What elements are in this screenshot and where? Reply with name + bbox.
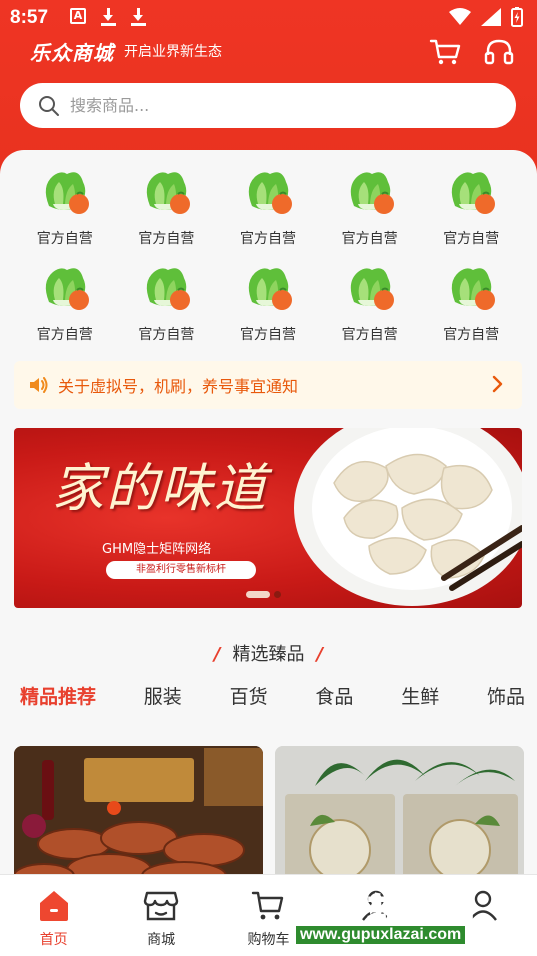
app-logo: 乐众商城 <box>30 40 114 65</box>
app-notification-icon: A <box>70 8 86 24</box>
app-slogan: 开启业界新生态 <box>124 44 222 60</box>
tea-product-image <box>275 746 524 886</box>
category-item[interactable]: 官方自营 <box>116 260 218 348</box>
category-label: 官方自营 <box>341 327 398 343</box>
cabbage-icon <box>45 172 89 214</box>
system-icons <box>449 7 523 27</box>
download-icon <box>100 8 116 26</box>
category-item[interactable]: 官方自营 <box>420 260 522 348</box>
cabbage-icon <box>45 268 89 310</box>
category-label: 官方自营 <box>239 327 296 343</box>
cabbage-icon <box>147 172 191 214</box>
brand: 乐众商城 开启业界新生态 <box>30 36 222 66</box>
cart-icon[interactable] <box>429 38 461 66</box>
section-header: / 精选臻品 / <box>0 640 537 666</box>
category-label: 官方自营 <box>36 327 93 343</box>
header-actions <box>429 38 515 66</box>
nav-label: 首页 <box>39 932 68 948</box>
category-label: 官方自营 <box>239 231 296 247</box>
notice-bar[interactable]: 关于虚拟号，机刷，养号事宜通知 <box>14 361 522 409</box>
cabbage-icon <box>350 172 394 214</box>
nav-item-1[interactable]: 商城 <box>107 875 214 956</box>
category-label: 官方自营 <box>443 327 500 343</box>
category-item[interactable]: 官方自营 <box>319 260 421 348</box>
status-time: 8:57 <box>10 7 49 28</box>
tab-0[interactable]: 精品推荐 <box>20 682 96 709</box>
carousel-dot[interactable] <box>274 591 281 598</box>
customer-service-icon[interactable] <box>483 38 515 66</box>
category-grid: 官方自营 官方自营 官方自营 官方自营 官方自营 官方自营 官方自营 官方自营 官方自营 官方自营 <box>14 164 522 348</box>
decorative-slash: / <box>316 644 324 665</box>
cabbage-icon <box>451 172 496 214</box>
tab-3[interactable]: 食品 <box>315 682 353 709</box>
app-screen: 8:57 A 乐众商城 开启业界新生态 搜索商品... 官方自营 官方自营 官方… <box>0 0 537 956</box>
cabbage-icon <box>350 268 394 310</box>
category-item[interactable]: 官方自营 <box>217 164 319 252</box>
watermark-url: www.gupuxlazai.com <box>296 926 466 944</box>
category-item[interactable]: 官方自营 <box>319 164 421 252</box>
nav-item-0[interactable]: 首页 <box>0 875 107 956</box>
category-label: 官方自营 <box>36 231 93 247</box>
category-label: 官方自营 <box>138 231 195 247</box>
category-label: 官方自营 <box>138 327 195 343</box>
sausage-product-image <box>14 746 263 886</box>
cart-icon <box>252 891 284 920</box>
wifi-icon <box>449 8 471 25</box>
banner-title: 家的味道 <box>52 459 269 519</box>
nav-label: 商城 <box>147 932 176 948</box>
category-label: 官方自营 <box>443 231 500 247</box>
status-bar: 8:57 A <box>0 0 537 36</box>
download-icon <box>130 8 146 26</box>
cabbage-icon <box>147 268 191 310</box>
tab-2[interactable]: 百货 <box>230 682 268 709</box>
search-bar[interactable] <box>20 83 516 128</box>
chevron-right-icon <box>492 375 503 393</box>
home-icon <box>39 891 68 921</box>
speaker-icon <box>30 377 48 393</box>
product-card[interactable] <box>275 746 524 886</box>
banner-pill: 非盈利行零售新标杆 <box>106 561 256 579</box>
notification-icons: A <box>70 8 146 26</box>
search-input[interactable] <box>70 96 470 115</box>
promo-banner[interactable]: 家的味道 GHM隐士矩阵网络 非盈利行零售新标杆 <box>14 428 522 608</box>
category-label: 官方自营 <box>341 231 398 247</box>
battery-icon <box>511 7 523 27</box>
notice-text: 关于虚拟号，机刷，养号事宜通知 <box>58 377 299 396</box>
tab-4[interactable]: 生鲜 <box>401 682 439 709</box>
banner-subtitle: GHM隐士矩阵网络 <box>102 542 212 557</box>
category-item[interactable]: 官方自营 <box>14 260 116 348</box>
main-content: 官方自营 官方自营 官方自营 官方自营 官方自营 官方自营 官方自营 官方自营 官方自营 官方自营… <box>0 150 537 886</box>
product-tabs: 精品推荐 服装 百货 食品 生鲜 饰品 <box>20 682 525 709</box>
cabbage-icon <box>248 172 292 214</box>
tab-1[interactable]: 服装 <box>144 682 182 709</box>
decorative-slash: / <box>213 644 221 665</box>
tab-5[interactable]: 饰品 <box>487 682 525 709</box>
cabbage-icon <box>451 268 496 310</box>
category-item[interactable]: 官方自营 <box>420 164 522 252</box>
carousel-indicator <box>246 591 281 598</box>
store-icon <box>143 891 179 921</box>
category-item[interactable]: 官方自营 <box>217 260 319 348</box>
cabbage-icon <box>248 268 292 310</box>
carousel-dot-active[interactable] <box>246 591 270 598</box>
nav-label: 购物车 <box>247 932 290 948</box>
product-card[interactable] <box>14 746 263 886</box>
category-item[interactable]: 官方自营 <box>14 164 116 252</box>
search-icon <box>39 95 59 116</box>
signal-icon <box>481 8 501 26</box>
category-item[interactable]: 官方自营 <box>116 164 218 252</box>
watermark: 谷普软件园 www.gupuxlazai.com <box>295 884 532 948</box>
section-title: 精选臻品 <box>232 644 305 665</box>
